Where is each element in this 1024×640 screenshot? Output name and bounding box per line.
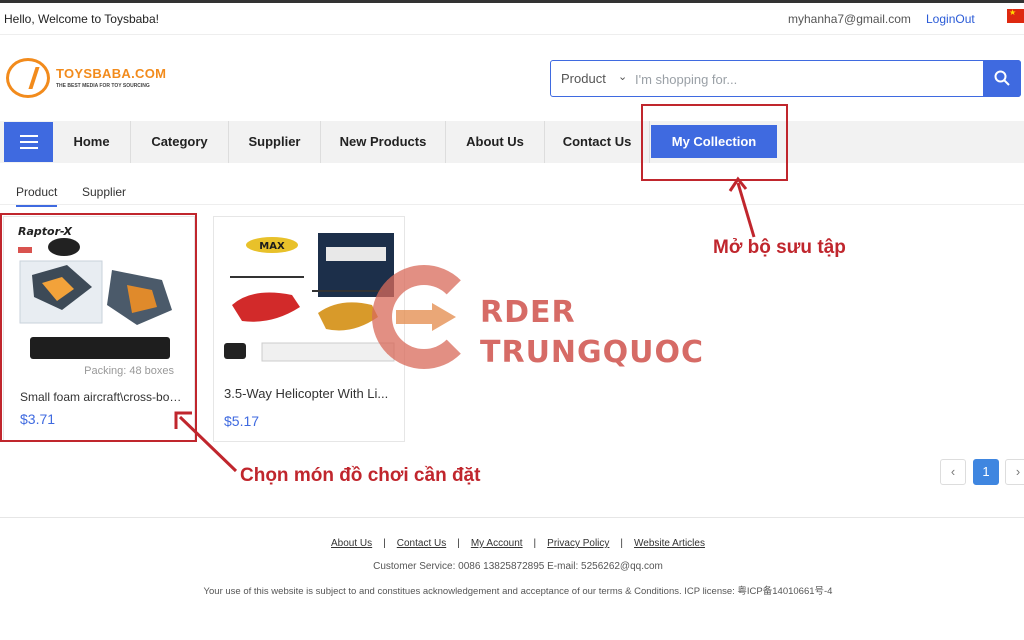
page: Hello, Welcome to Toysbaba! myhanha7@gma… — [0, 0, 1024, 640]
nav-home[interactable]: Home — [53, 121, 131, 163]
watermark-line2: TRUNGQUOC — [480, 335, 705, 370]
china-flag-icon[interactable] — [1007, 8, 1024, 23]
search-input[interactable] — [635, 68, 975, 90]
logo-tagline: THE BEST MEDIA FOR TOY SOURCING — [56, 83, 150, 89]
search-button[interactable] — [983, 60, 1021, 97]
nav-category[interactable]: Category — [131, 121, 229, 163]
footer-separator: | — [533, 538, 537, 549]
site-footer: About Us | Contact Us | My Account | Privacy P… — [0, 517, 1024, 640]
watermark-logo: RDER TRUNGQUOC — [372, 265, 703, 375]
footer-link-about-us[interactable]: About Us — [331, 538, 372, 549]
pagination-prev-button[interactable]: ‹ — [940, 459, 966, 485]
legal-notice: Your use of this website is subject to a… — [203, 586, 833, 597]
product-name[interactable]: 3.5-Way Helicopter With Li... — [224, 386, 394, 401]
top-bar: Hello, Welcome to Toysbaba! myhanha7@gma… — [0, 3, 1024, 35]
customer-service-info: Customer Service: 0086 13825872895 E-mai… — [373, 561, 663, 572]
annotation-choose-toy: Chọn món đồ chơi cần đặt — [240, 465, 481, 486]
footer-link-contact-us[interactable]: Contact Us — [397, 538, 446, 549]
hamburger-menu-icon[interactable] — [4, 122, 53, 162]
main-nav: Home Category Supplier New Products Abou… — [0, 121, 1024, 163]
tab-product[interactable]: Product — [16, 185, 58, 207]
tab-supplier[interactable]: Supplier — [82, 185, 126, 199]
footer-links: About Us | Contact Us | My Account | Privacy P… — [0, 538, 1024, 549]
search-icon — [994, 70, 1010, 86]
footer-separator: | — [383, 538, 386, 549]
chevron-down-icon[interactable]: ⌄ — [618, 70, 627, 83]
footer-link-my-account[interactable]: My Account — [471, 538, 523, 549]
nav-contact-us[interactable]: Contact Us — [545, 121, 650, 163]
search-scope-select[interactable]: Product — [561, 71, 606, 86]
site-logo[interactable]: TOYSBABA.COM THE BEST MEDIA FOR TOY SOUR… — [6, 58, 166, 100]
logo-mark-icon — [6, 58, 50, 98]
collection-tabs: Product Supplier — [0, 179, 1024, 207]
arrow-diagonal-icon — [174, 411, 238, 473]
nav-new-products[interactable]: New Products — [321, 121, 446, 163]
nav-supplier[interactable]: Supplier — [229, 121, 321, 163]
footer-link-website-articles[interactable]: Website Articles — [634, 538, 705, 549]
nav-about-us[interactable]: About Us — [446, 121, 545, 163]
search-bar: Product ⌄ — [550, 60, 1021, 97]
svg-text:MAX: MAX — [259, 241, 285, 252]
product-highlight-box — [0, 213, 197, 442]
arrow-up-icon — [728, 176, 756, 238]
welcome-text: Hello, Welcome to Toysbaba! — [4, 12, 159, 26]
user-email: myhanha7@gmail.com — [788, 12, 911, 26]
watermark-line1: RDER — [480, 295, 576, 330]
logout-link[interactable]: LoginOut — [926, 12, 975, 26]
pagination-next-button[interactable]: › — [1005, 459, 1024, 485]
footer-separator: | — [620, 538, 624, 549]
collection-highlight-box — [641, 104, 788, 181]
pagination-page-1[interactable]: 1 — [973, 459, 999, 485]
logo-name: TOYSBABA.COM — [56, 66, 167, 81]
annotation-open-collection: Mở bộ sưu tập — [713, 237, 846, 258]
footer-link-privacy-policy[interactable]: Privacy Policy — [547, 538, 609, 549]
footer-separator: | — [457, 538, 460, 549]
